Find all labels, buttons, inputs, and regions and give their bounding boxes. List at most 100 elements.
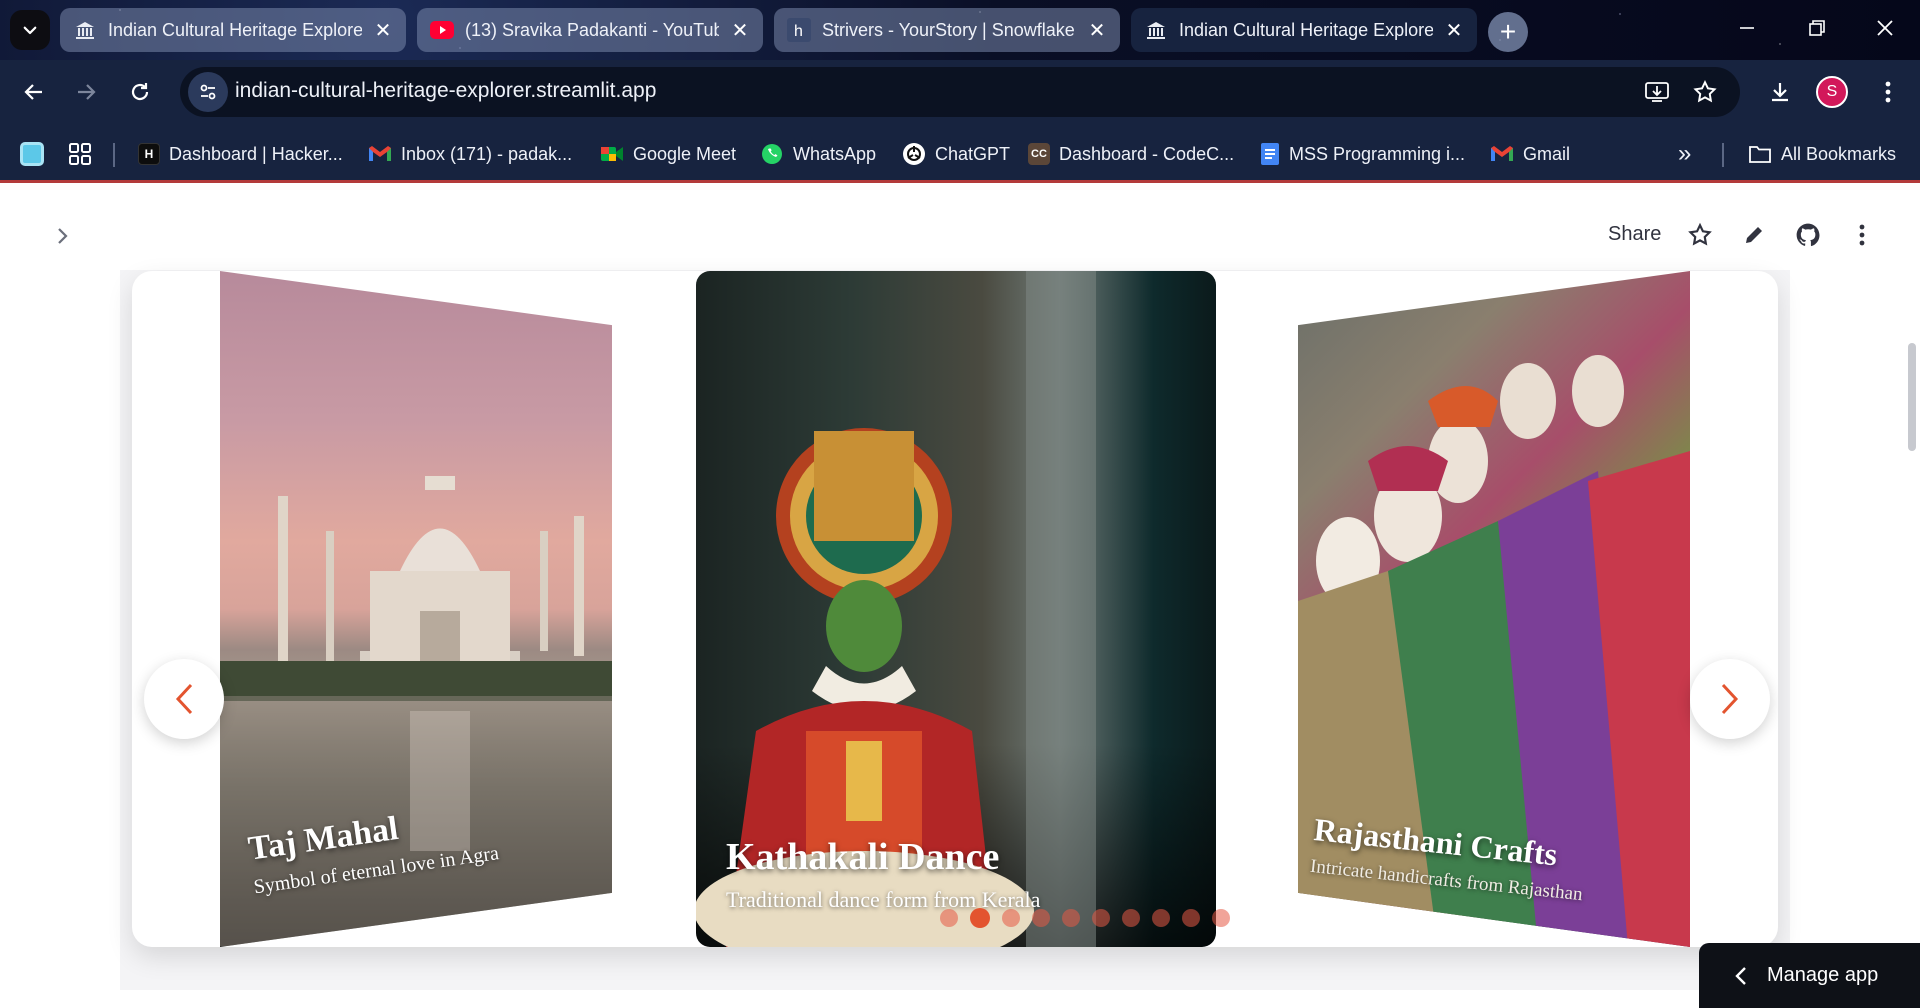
reload-button[interactable]	[118, 70, 162, 114]
carousel-prev-button[interactable]	[144, 659, 224, 739]
bank-icon	[1143, 17, 1169, 43]
carousel-pagination	[940, 908, 1230, 928]
google-docs-icon	[1261, 143, 1279, 165]
arrow-right-icon	[78, 84, 96, 100]
star-icon	[1693, 80, 1717, 103]
carousel-dot[interactable]	[1152, 909, 1170, 927]
bookmark-whatsapp[interactable]: WhatsApp	[760, 139, 876, 169]
bookmark-hackerrank[interactable]: H Dashboard | Hacker...	[138, 139, 343, 169]
carousel-dot[interactable]	[1212, 909, 1230, 927]
install-icon	[1645, 82, 1669, 102]
tab-search-button[interactable]	[10, 10, 50, 50]
more-bookmarks-button[interactable]: »	[1678, 139, 1691, 169]
edit-button[interactable]	[1736, 217, 1772, 253]
share-button[interactable]: Share	[1608, 223, 1661, 246]
all-bookmarks-button[interactable]: All Bookmarks	[1748, 139, 1896, 169]
bookmark-label: Gmail	[1523, 143, 1571, 164]
tab-yourstory[interactable]: h Strivers - YourStory | Snowflake ✕	[774, 8, 1120, 52]
browser-menu-button[interactable]	[1866, 70, 1910, 114]
bookmarks-divider	[1722, 143, 1724, 167]
page-scrollbar[interactable]	[1908, 343, 1916, 451]
carousel-dot[interactable]	[940, 909, 958, 927]
kebab-menu-icon	[1885, 81, 1891, 103]
site-info-button[interactable]	[188, 72, 228, 112]
tab-youtube[interactable]: (13) Sravika Padakanti - YouTube ✕	[417, 8, 763, 52]
apps-button[interactable]	[68, 139, 92, 169]
arrow-left-icon	[24, 84, 42, 100]
tab-heritage-1[interactable]: Indian Cultural Heritage Explorer ✕	[60, 8, 406, 52]
folder-icon	[1749, 146, 1771, 163]
url-text[interactable]: indian-cultural-heritage-explorer.stream…	[235, 79, 656, 103]
card-title: Kathakali Dance	[726, 836, 1000, 878]
manage-app-button[interactable]: Manage app	[1699, 943, 1920, 1008]
tune-icon	[200, 84, 216, 100]
bookmark-label: ChatGPT	[935, 143, 1011, 164]
tab-groups-button[interactable]	[20, 139, 44, 169]
youtube-icon	[429, 17, 455, 43]
carousel-card-taj-mahal[interactable]: Taj Mahal Symbol of eternal love in Agra	[220, 271, 612, 947]
chevron-left-icon	[175, 683, 193, 715]
restore-icon	[1809, 20, 1825, 36]
google-meet-icon	[601, 147, 623, 161]
carousel-dot[interactable]	[1092, 909, 1110, 927]
tab-title: (13) Sravika Padakanti - YouTube	[465, 19, 719, 40]
carousel-dot[interactable]	[1062, 909, 1080, 927]
app-menu-button[interactable]	[1844, 217, 1880, 253]
minimize-button[interactable]	[1712, 0, 1782, 56]
app-page: Share Taj Mahal Symbol of eternal love i…	[0, 183, 1920, 1008]
minimize-icon	[1740, 27, 1754, 29]
close-icon[interactable]: ✕	[372, 18, 394, 43]
codechef-icon: CC	[1028, 143, 1050, 165]
close-icon[interactable]: ✕	[729, 18, 751, 43]
carousel-dot[interactable]	[1002, 909, 1020, 927]
bookmark-mss-programming[interactable]: MSS Programming i...	[1260, 139, 1465, 169]
bookmark-star-button[interactable]	[1688, 75, 1722, 109]
close-window-button[interactable]	[1850, 0, 1920, 56]
github-button[interactable]	[1790, 217, 1826, 253]
install-app-button[interactable]	[1640, 75, 1674, 109]
svg-text:h: h	[794, 23, 803, 40]
tab-title: Strivers - YourStory | Snowflake	[822, 19, 1075, 40]
chevron-down-icon	[23, 26, 37, 35]
bookmark-codechef[interactable]: CC Dashboard - CodeC...	[1028, 139, 1234, 169]
avatar: S	[1816, 76, 1848, 108]
close-icon	[1877, 20, 1893, 36]
bookmarks-divider	[113, 143, 115, 167]
carousel-dot[interactable]	[970, 908, 990, 928]
new-tab-button[interactable]: +	[1488, 12, 1528, 52]
tab-group-icon	[20, 142, 44, 166]
back-button[interactable]	[12, 70, 56, 114]
address-bar[interactable]: indian-cultural-heritage-explorer.stream…	[180, 67, 1740, 117]
bookmark-chatgpt[interactable]: ChatGPT	[902, 139, 1010, 169]
chevron-right-icon	[1721, 683, 1739, 715]
bookmark-google-meet[interactable]: Google Meet	[600, 139, 736, 169]
carousel-card-rajasthani-crafts[interactable]: Rajasthani Crafts Intricate handicrafts …	[1298, 271, 1690, 947]
downloads-button[interactable]	[1758, 70, 1802, 114]
carousel-next-button[interactable]	[1690, 659, 1770, 739]
all-bookmarks-label: All Bookmarks	[1781, 143, 1897, 164]
pencil-icon	[1746, 227, 1762, 243]
chevron-double-right-icon: »	[1678, 140, 1692, 167]
hackerrank-icon: H	[138, 143, 160, 165]
card-caption: Kathakali Dance Traditional dance form f…	[726, 835, 1040, 913]
forward-button[interactable]	[64, 70, 108, 114]
reload-icon	[131, 83, 149, 101]
carousel-dot[interactable]	[1182, 909, 1200, 927]
close-icon[interactable]: ✕	[1443, 18, 1465, 43]
restore-button[interactable]	[1782, 0, 1852, 56]
gmail-icon	[1491, 146, 1513, 161]
carousel-dot[interactable]	[1032, 909, 1050, 927]
carousel-dot[interactable]	[1122, 909, 1140, 927]
github-icon	[1796, 223, 1820, 247]
bookmark-inbox[interactable]: Inbox (171) - padak...	[368, 139, 572, 169]
star-button[interactable]	[1682, 217, 1718, 253]
heritage-carousel: Taj Mahal Symbol of eternal love in Agra	[132, 271, 1778, 947]
apps-grid-icon	[69, 143, 91, 165]
tab-heritage-active[interactable]: Indian Cultural Heritage Explorer ✕	[1131, 8, 1477, 52]
sidebar-expand-button[interactable]	[48, 221, 78, 251]
profile-button[interactable]: S	[1810, 70, 1854, 114]
tab-strip: Indian Cultural Heritage Explorer ✕ (13)…	[0, 0, 1920, 60]
bookmark-gmail[interactable]: Gmail	[1490, 139, 1570, 169]
close-icon[interactable]: ✕	[1086, 18, 1108, 43]
carousel-card-kathakali[interactable]: Kathakali Dance Traditional dance form f…	[696, 271, 1216, 947]
